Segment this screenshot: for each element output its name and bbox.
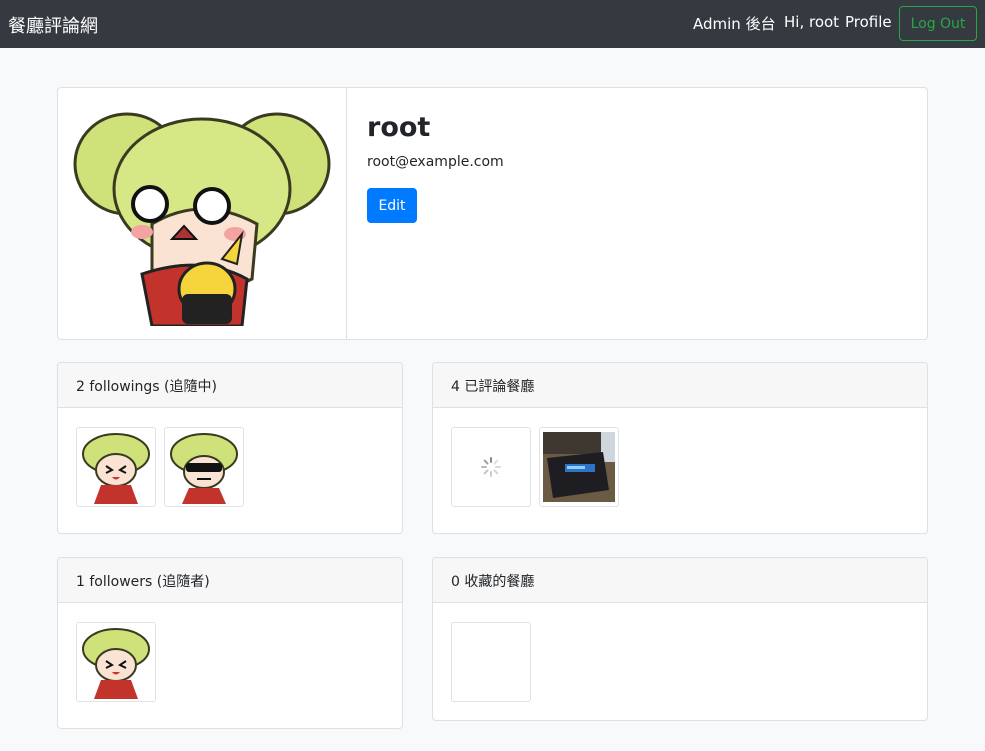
greeting-link[interactable]: Hi, root <box>784 13 839 31</box>
empty-thumbnail <box>451 622 531 702</box>
favorited-header: 0 收藏的餐廳 <box>433 558 927 603</box>
avatar-illustration <box>73 112 331 326</box>
profile-email: root@example.com <box>367 154 504 170</box>
profile-avatar <box>58 88 347 339</box>
logout-button[interactable]: Log Out <box>899 6 977 41</box>
commented-restaurants-card: 4 已評論餐廳 <box>432 362 928 534</box>
followings-list <box>76 427 244 507</box>
top-navbar: 餐廳評論網 Admin 後台 Hi, root Profile Log Out <box>0 0 985 48</box>
brand-link[interactable]: 餐廳評論網 <box>8 12 98 38</box>
restaurant-thumbnail[interactable] <box>539 427 619 507</box>
profile-card: root root@example.com Edit <box>57 87 928 340</box>
commented-header: 4 已評論餐廳 <box>433 363 927 408</box>
user-avatar-icon <box>82 433 150 504</box>
user-avatar-icon <box>82 628 150 699</box>
edit-profile-button[interactable]: Edit <box>367 188 417 223</box>
commented-list <box>451 427 619 507</box>
following-avatar[interactable] <box>76 427 156 507</box>
loading-spinner-icon <box>481 457 501 477</box>
followers-card: 1 followers (追隨者) <box>57 557 403 729</box>
followers-header: 1 followers (追隨者) <box>58 558 402 603</box>
follower-avatar[interactable] <box>76 622 156 702</box>
favorited-restaurants-card: 0 收藏的餐廳 <box>432 557 928 721</box>
restaurant-thumbnail[interactable] <box>451 427 531 507</box>
admin-link[interactable]: Admin 後台 <box>693 13 776 34</box>
followers-list <box>76 622 156 702</box>
favorited-list <box>451 622 531 702</box>
followings-card: 2 followings (追隨中) <box>57 362 403 534</box>
restaurant-photo <box>543 432 615 502</box>
user-avatar-icon <box>170 433 238 504</box>
profile-username: root <box>367 112 431 143</box>
following-avatar[interactable] <box>164 427 244 507</box>
followings-header: 2 followings (追隨中) <box>58 363 402 408</box>
profile-link[interactable]: Profile <box>845 13 892 31</box>
